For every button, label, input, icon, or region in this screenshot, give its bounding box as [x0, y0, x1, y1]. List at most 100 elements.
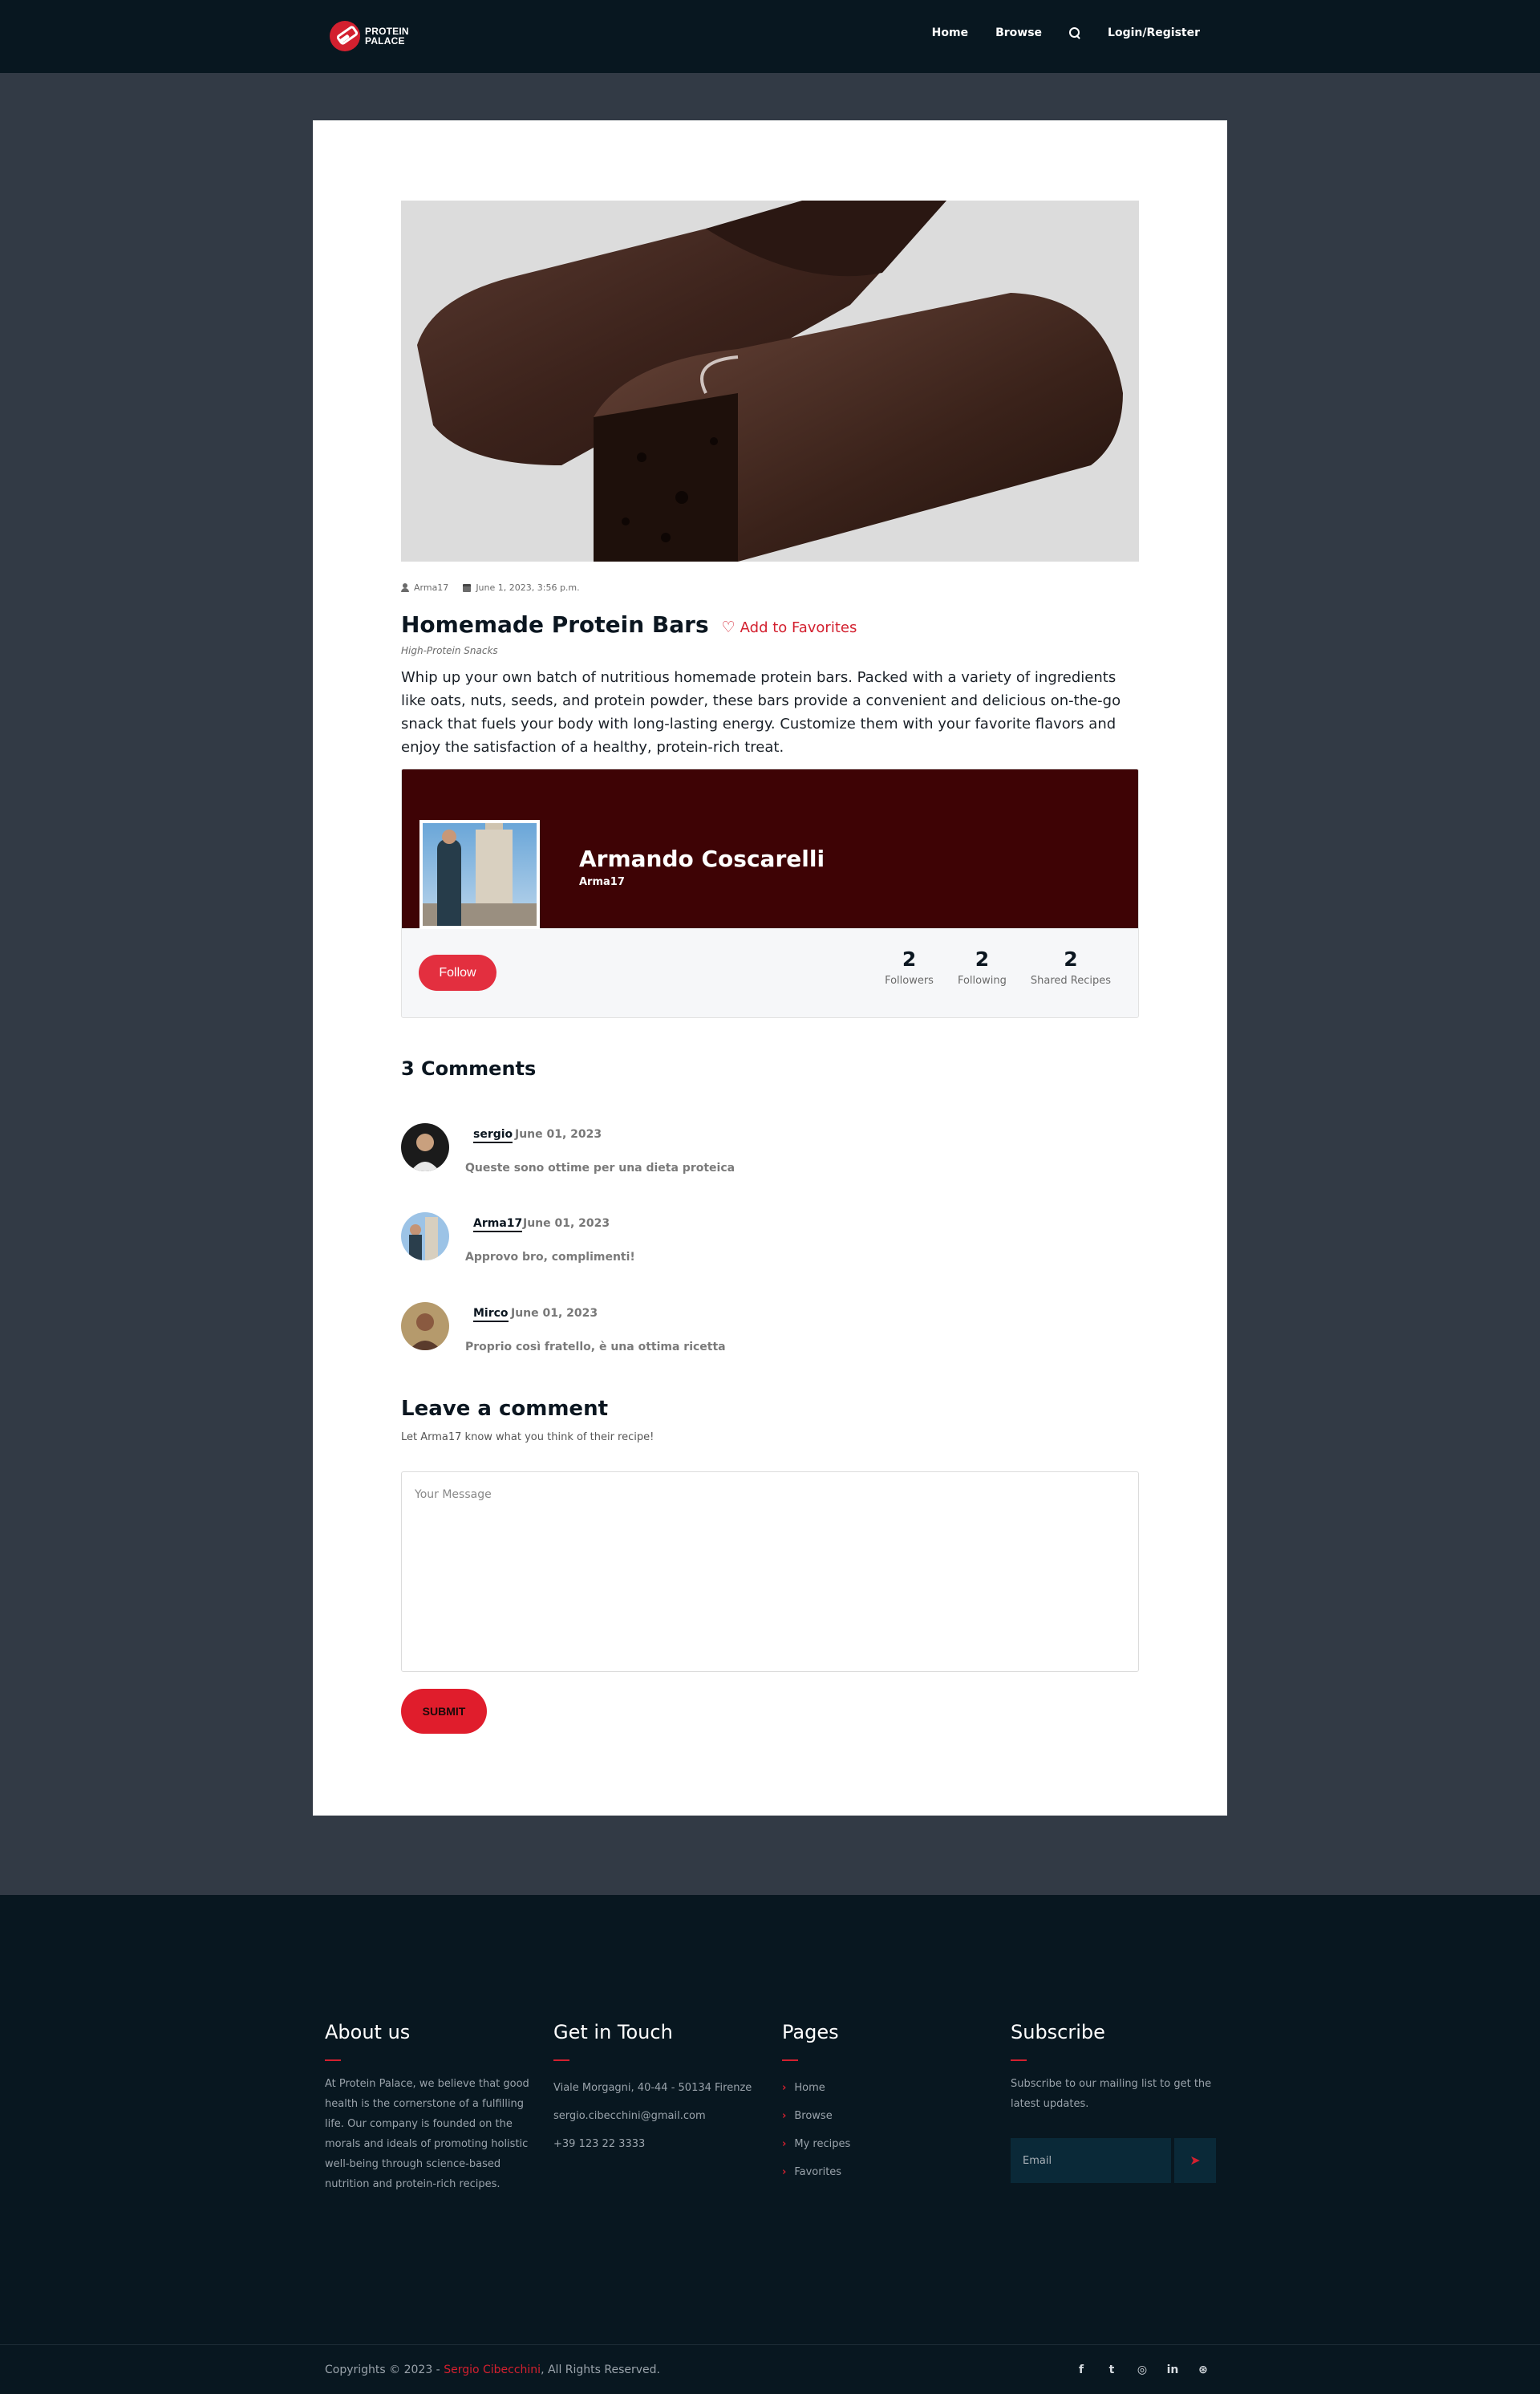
add-to-favorites-label: Add to Favorites: [740, 619, 857, 636]
recipe-image: [401, 201, 1139, 562]
footer-pages-title: Pages: [782, 2021, 839, 2043]
footer-about-title: About us: [325, 2021, 411, 2043]
footer-subscribe-text: Subscribe to our mailing list to get the…: [1011, 2078, 1212, 2110]
copyright-name[interactable]: Sergio Cibecchini: [444, 2364, 541, 2376]
divider: [782, 2059, 798, 2061]
paper-plane-icon: ➤: [1189, 2154, 1201, 2168]
dumbbell-logo-icon: [330, 21, 360, 51]
comment-item: sergio June 01, 2023 Queste sono ottime …: [401, 1123, 1123, 1179]
footer-link-home[interactable]: › Home: [782, 2074, 850, 2102]
stat-label: Followers: [885, 975, 934, 987]
twitter-icon[interactable]: t: [1105, 2364, 1118, 2376]
instagram-icon[interactable]: ◎: [1136, 2364, 1149, 2376]
footer-about-text: At Protein Palace, we believe that good …: [325, 2078, 529, 2190]
stat-value: 2: [1064, 947, 1078, 971]
footer-contact: Get in Touch Viale Morgagni, 40-44 - 501…: [553, 2021, 752, 2158]
profile-stats: 2 Followers 2 Following 2 Shared Recipes: [885, 947, 1111, 987]
footer-link-favorites[interactable]: › Favorites: [782, 2158, 850, 2186]
search-icon[interactable]: [1069, 27, 1080, 39]
profile-name: Armando Coscarelli: [579, 846, 825, 872]
send-button[interactable]: ➤: [1174, 2138, 1216, 2183]
nav-browse[interactable]: Browse: [995, 26, 1042, 39]
submit-button[interactable]: SUBMIT: [401, 1689, 487, 1734]
comment-item: Arma17 June 01, 2023 Approvo bro, compli…: [401, 1212, 1123, 1268]
comment-date: June 01, 2023: [523, 1217, 610, 1230]
comment-text: Approvo bro, complimenti!: [465, 1251, 635, 1264]
footer-contact-title: Get in Touch: [553, 2021, 673, 2043]
copyright-suffix: , All Rights Reserved.: [541, 2364, 661, 2376]
footer-link-label: Home: [794, 2082, 825, 2094]
facebook-icon[interactable]: f: [1075, 2364, 1088, 2376]
protein-bar-illustration: [417, 201, 1123, 562]
contact-address: Viale Morgagni, 40-44 - 50134 Firenze: [553, 2082, 752, 2094]
stat-followers: 2 Followers: [885, 947, 934, 987]
nav-home[interactable]: Home: [932, 26, 968, 39]
stat-shared-recipes: 2 Shared Recipes: [1031, 947, 1111, 987]
footer-about: About us At Protein Palace, we believe t…: [325, 2021, 533, 2194]
comment-author[interactable]: Arma17: [473, 1217, 523, 1232]
recipe-date: June 1, 2023, 3:56 p.m.: [463, 582, 580, 593]
contact-phone[interactable]: +39 123 22 3333: [553, 2130, 752, 2158]
comment-date: June 01, 2023: [515, 1128, 602, 1141]
nav-login-register[interactable]: Login/Register: [1108, 26, 1200, 39]
message-textarea[interactable]: [401, 1471, 1139, 1672]
comment-author[interactable]: sergio: [473, 1128, 513, 1143]
footer-pages: Pages › Home › Browse › My recipes › Favorit…: [782, 2021, 850, 2186]
comments-title: 3 Comments: [401, 1057, 537, 1080]
footer-subscribe: Subscribe Subscribe to our mailing list …: [1011, 2021, 1219, 2183]
copyright: Copyrights © 2023 - Sergio Cibecchini, A…: [325, 2364, 660, 2376]
title-row: Homemade Protein Bars ♡ Add to Favorites: [401, 611, 857, 638]
recipe-category: High-Protein Snacks: [401, 645, 498, 656]
footer-subscribe-title: Subscribe: [1011, 2021, 1105, 2043]
heart-icon: ♡: [721, 619, 736, 636]
chevron-right-icon: ›: [782, 2166, 787, 2178]
comment-item: Mirco June 01, 2023 Proprio così fratell…: [401, 1302, 1123, 1358]
recipe-author[interactable]: Arma17: [401, 582, 448, 593]
leave-comment-title: Leave a comment: [401, 1397, 609, 1421]
stat-label: Shared Recipes: [1030, 975, 1111, 987]
brand-logo[interactable]: PROTEIN PALACE: [330, 21, 409, 51]
add-to-favorites-button[interactable]: ♡ Add to Favorites: [722, 619, 857, 636]
user-icon: [401, 583, 409, 592]
footer-divider: [0, 2344, 1540, 2345]
avatar: [401, 1212, 449, 1260]
nav-links: Home Browse Login/Register: [932, 26, 1200, 39]
divider: [1011, 2059, 1027, 2061]
avatar: [401, 1123, 449, 1171]
contact-email[interactable]: sergio.cibecchini@gmail.com: [553, 2102, 752, 2130]
recipe-date-label: June 1, 2023, 3:56 p.m.: [476, 582, 580, 593]
social-links: f t ◎ in ⊛: [1075, 2364, 1210, 2376]
footer-link-label: Favorites: [794, 2166, 842, 2178]
copyright-prefix: Copyrights © 2023 -: [325, 2364, 444, 2376]
stat-label: Following: [957, 975, 1007, 987]
leave-comment-subtitle: Let Arma17 know what you think of their …: [401, 1431, 654, 1443]
recipe-author-label: Arma17: [414, 582, 449, 593]
chevron-right-icon: ›: [782, 2110, 787, 2122]
recipe-description: Whip up your own batch of nutritious hom…: [401, 669, 1121, 756]
footer-link-label: Browse: [794, 2110, 833, 2122]
navbar: PROTEIN PALACE Home Browse Login/Registe…: [0, 0, 1540, 73]
subscribe-form: ➤: [1011, 2138, 1216, 2183]
pages-list: › Home › Browse › My recipes › Favorites: [782, 2074, 850, 2186]
brand-line-2: PALACE: [365, 35, 405, 47]
footer-link-browse[interactable]: › Browse: [782, 2102, 850, 2130]
calendar-icon: [463, 583, 472, 592]
chevron-right-icon: ›: [782, 2082, 787, 2094]
contact-list: Viale Morgagni, 40-44 - 50134 Firenze se…: [553, 2074, 752, 2158]
divider: [325, 2059, 341, 2061]
recipe-card: Arma17 June 1, 2023, 3:56 p.m. Homemade …: [313, 120, 1227, 1816]
comment-author[interactable]: Mirco: [473, 1307, 509, 1322]
profile-handle: Arma17: [579, 876, 625, 888]
email-input[interactable]: [1011, 2138, 1171, 2183]
comment-text: Proprio così fratello, è una ottima rice…: [465, 1341, 726, 1353]
footer-link-my-recipes[interactable]: › My recipes: [782, 2130, 850, 2158]
profile-photo: [419, 820, 540, 929]
footer: About us At Protein Palace, we believe t…: [0, 1895, 1540, 2394]
linkedin-icon[interactable]: in: [1166, 2364, 1179, 2376]
footer-link-label: My recipes: [794, 2138, 851, 2150]
author-profile-card: Armando Coscarelli Arma17 Follow 2 Follo…: [401, 769, 1139, 1018]
comment-text: Queste sono ottime per una dieta proteic…: [465, 1162, 736, 1175]
follow-button[interactable]: Follow: [419, 955, 496, 991]
stat-value: 2: [902, 947, 917, 971]
dribbble-icon[interactable]: ⊛: [1197, 2364, 1210, 2376]
